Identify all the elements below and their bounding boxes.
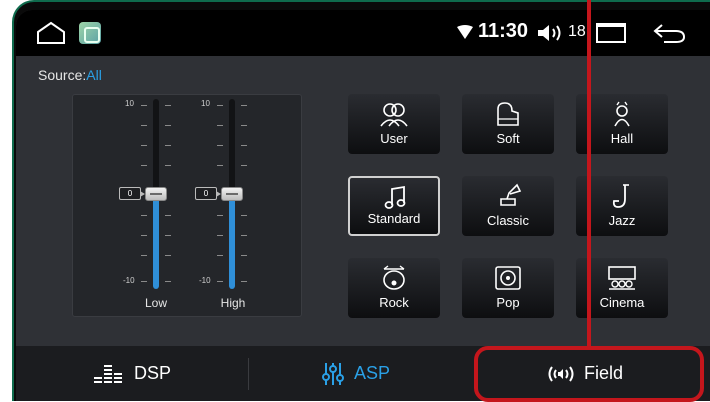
preset-label: Soft (496, 131, 520, 146)
source-selector[interactable]: Source:All (38, 67, 102, 83)
clock: 11:30 (478, 20, 529, 42)
app-icon[interactable] (79, 22, 101, 44)
high-value-box: 0 (195, 187, 221, 200)
speaker-icon[interactable] (536, 22, 566, 44)
preset-label: Pop (496, 295, 520, 310)
recent-apps-icon[interactable] (596, 23, 626, 43)
preset-pop[interactable]: Pop (462, 258, 554, 318)
preset-classic[interactable]: Classic (462, 176, 554, 236)
status-bar: 11:30 18 (16, 10, 710, 56)
cinema-icon (608, 266, 636, 290)
preset-label: User (380, 131, 408, 146)
high-slider-knob[interactable] (221, 187, 243, 201)
high-min-label: -10 (199, 276, 211, 285)
high-max-label: 10 (201, 99, 210, 108)
annotation-pointer-line (587, 0, 591, 350)
high-band-label: High (220, 296, 246, 310)
hall-icon (614, 101, 630, 127)
source-value: All (86, 67, 102, 83)
sliders-icon (322, 362, 344, 385)
low-value-box: 0 (119, 187, 145, 200)
preset-label: Standard (367, 211, 421, 226)
head-unit-screen: 11:30 18 Source:All 10 -10 0 Low 10 -10 … (16, 10, 710, 401)
preset-user[interactable]: User (348, 94, 440, 154)
vinyl-icon (495, 266, 521, 290)
low-min-label: -10 (123, 276, 135, 285)
high-slider-fill (229, 197, 235, 289)
source-label: Source: (38, 67, 87, 83)
preset-rock[interactable]: Rock (348, 258, 440, 318)
volume-level: 18 (568, 23, 586, 40)
tab-dsp[interactable]: DSP (94, 346, 171, 401)
equalizer-panel: 10 -10 0 Low 10 -10 0 High (72, 94, 302, 317)
tab-label: DSP (134, 363, 172, 383)
tab-label: ASP (354, 363, 391, 383)
low-slider-fill (153, 197, 159, 289)
low-slider-knob[interactable] (145, 187, 167, 201)
tab-asp[interactable]: ASP (322, 346, 390, 401)
low-band-label: Low (144, 296, 167, 310)
preset-label: Classic (487, 213, 529, 228)
preset-soft[interactable]: Soft (462, 94, 554, 154)
back-icon[interactable] (652, 22, 686, 44)
piano-icon (497, 102, 519, 126)
user-group-icon (380, 103, 408, 127)
wifi-icon (457, 25, 473, 39)
drum-icon (383, 265, 405, 290)
low-max-label: 10 (125, 99, 134, 108)
home-icon[interactable] (36, 20, 66, 46)
preset-standard[interactable]: Standard (348, 176, 440, 236)
annotation-highlight-box (474, 346, 704, 402)
music-note-icon (384, 185, 406, 209)
gramophone-icon (500, 183, 522, 206)
preset-label: Rock (379, 295, 409, 310)
equalizer-bars-icon (94, 364, 122, 383)
tab-divider (248, 358, 249, 390)
saxophone-icon (612, 184, 629, 208)
